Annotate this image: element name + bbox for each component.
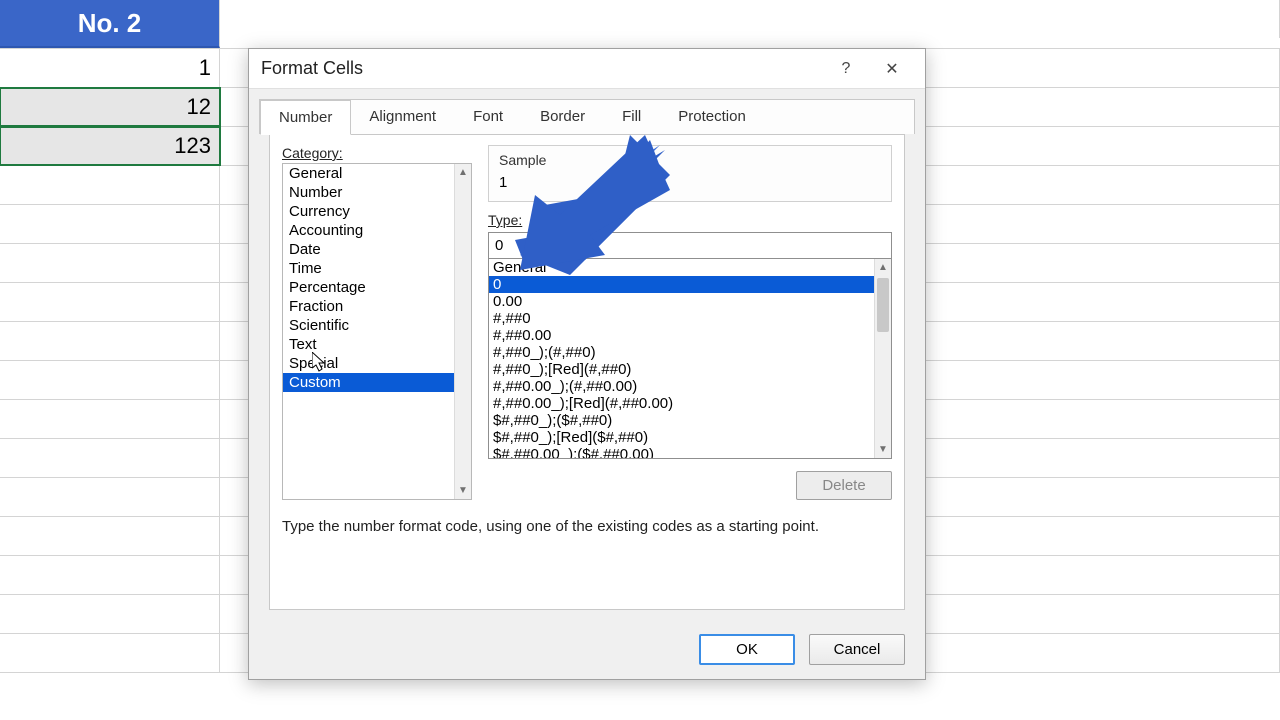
type-item[interactable]: #,##0.00_);(#,##0.00) — [489, 378, 874, 395]
empty-cell[interactable] — [0, 166, 220, 204]
empty-cell[interactable] — [220, 0, 1280, 38]
category-item[interactable]: Percentage — [283, 278, 454, 297]
type-item[interactable]: 0.00 — [489, 293, 874, 310]
type-listbox[interactable]: General00.00#,##0#,##0.00#,##0_);(#,##0)… — [488, 259, 892, 459]
category-item[interactable]: Scientific — [283, 316, 454, 335]
number-panel: Category: GeneralNumberCurrencyAccountin… — [269, 134, 905, 610]
ok-button[interactable]: OK — [699, 634, 795, 665]
tab-bar: Number Alignment Font Border Fill Protec… — [259, 99, 915, 134]
empty-cell[interactable] — [0, 283, 220, 321]
cell-a2[interactable]: 1 — [0, 49, 220, 87]
cancel-button[interactable]: Cancel — [809, 634, 905, 665]
empty-cell[interactable] — [0, 322, 220, 360]
sample-box: Sample 1 — [488, 145, 892, 202]
type-label: Type: — [488, 212, 892, 228]
sample-label: Sample — [499, 152, 881, 168]
type-item[interactable]: #,##0.00 — [489, 327, 874, 344]
type-item[interactable]: #,##0_);[Red](#,##0) — [489, 361, 874, 378]
empty-cell[interactable] — [0, 205, 220, 243]
cell-a3[interactable]: 12 — [0, 88, 220, 126]
dialog-title: Format Cells — [261, 58, 823, 79]
type-item[interactable]: #,##0_);(#,##0) — [489, 344, 874, 361]
type-item[interactable]: $#,##0_);($#,##0) — [489, 412, 874, 429]
sample-value: 1 — [499, 174, 881, 191]
format-cells-dialog: Format Cells ? ✕ Number Alignment Font B… — [248, 48, 926, 680]
titlebar[interactable]: Format Cells ? ✕ — [249, 49, 925, 89]
scroll-down-icon[interactable]: ▼ — [455, 482, 471, 499]
empty-cell[interactable] — [0, 556, 220, 594]
category-listbox[interactable]: GeneralNumberCurrencyAccountingDateTimeP… — [282, 163, 472, 500]
category-item[interactable]: Fraction — [283, 297, 454, 316]
column-header[interactable]: No. 2 — [0, 0, 220, 48]
type-input[interactable] — [488, 232, 892, 259]
empty-cell[interactable] — [0, 517, 220, 555]
tab-number[interactable]: Number — [260, 100, 351, 135]
category-label: Category: — [282, 145, 472, 161]
scrollbar[interactable]: ▲ ▼ — [454, 164, 471, 499]
tab-border[interactable]: Border — [522, 100, 604, 134]
type-item[interactable]: $#,##0_);[Red]($#,##0) — [489, 429, 874, 446]
delete-button[interactable]: Delete — [796, 471, 892, 500]
empty-cell[interactable] — [0, 244, 220, 282]
category-item[interactable]: Accounting — [283, 221, 454, 240]
tab-protection[interactable]: Protection — [660, 100, 765, 134]
type-item[interactable]: $#,##0.00_);($#,##0.00) — [489, 446, 874, 458]
empty-cell[interactable] — [0, 361, 220, 399]
type-item[interactable]: #,##0 — [489, 310, 874, 327]
scroll-down-icon[interactable]: ▼ — [875, 441, 891, 458]
category-item[interactable]: General — [283, 164, 454, 183]
type-item[interactable]: 0 — [489, 276, 874, 293]
hint-text: Type the number format code, using one o… — [282, 518, 892, 535]
empty-cell[interactable] — [0, 400, 220, 438]
empty-cell[interactable] — [0, 595, 220, 633]
scroll-up-icon[interactable]: ▲ — [875, 259, 891, 276]
help-button[interactable]: ? — [823, 49, 869, 88]
empty-cell[interactable] — [0, 634, 220, 672]
type-item[interactable]: General — [489, 259, 874, 276]
category-item[interactable]: Date — [283, 240, 454, 259]
category-item[interactable]: Number — [283, 183, 454, 202]
category-item[interactable]: Time — [283, 259, 454, 278]
tab-alignment[interactable]: Alignment — [351, 100, 455, 134]
cell-a4[interactable]: 123 — [0, 127, 220, 165]
tab-font[interactable]: Font — [455, 100, 522, 134]
category-item[interactable]: Custom — [283, 373, 454, 392]
category-item[interactable]: Currency — [283, 202, 454, 221]
tab-fill[interactable]: Fill — [604, 100, 660, 134]
category-item[interactable]: Text — [283, 335, 454, 354]
scrollbar[interactable]: ▲ ▼ — [874, 259, 891, 458]
close-button[interactable]: ✕ — [869, 49, 915, 88]
type-item[interactable]: #,##0.00_);[Red](#,##0.00) — [489, 395, 874, 412]
empty-cell[interactable] — [0, 439, 220, 477]
category-item[interactable]: Special — [283, 354, 454, 373]
empty-cell[interactable] — [0, 478, 220, 516]
scroll-up-icon[interactable]: ▲ — [455, 164, 471, 181]
